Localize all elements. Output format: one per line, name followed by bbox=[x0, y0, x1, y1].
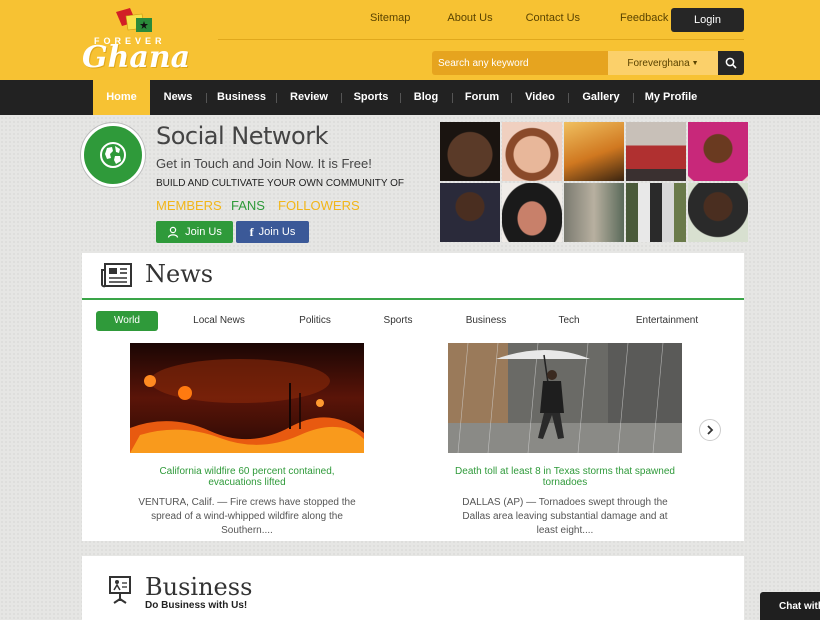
chevron-right-icon bbox=[707, 425, 714, 435]
nav-gallery[interactable]: Gallery bbox=[575, 80, 627, 115]
site-select-dropdown[interactable]: Foreverghana ▼ bbox=[608, 51, 718, 75]
member-photo[interactable] bbox=[564, 183, 624, 242]
newspaper-icon bbox=[101, 263, 132, 288]
logo-wordmark: Ghana bbox=[82, 40, 191, 75]
nav-separator bbox=[568, 93, 569, 103]
search-input[interactable] bbox=[432, 51, 608, 75]
news-story-summary: DALLAS (AP) — Tornadoes swept through th… bbox=[462, 497, 668, 536]
nav-separator bbox=[341, 93, 342, 103]
member-photo[interactable] bbox=[688, 183, 748, 242]
nav-home[interactable]: Home bbox=[93, 80, 150, 115]
site-select-value: Foreverghana bbox=[627, 57, 690, 69]
news-story-headline[interactable]: California wildfire 60 percent contained… bbox=[130, 466, 364, 488]
news-story: California wildfire 60 percent contained… bbox=[130, 343, 364, 538]
top-link-feedback[interactable]: Feedback bbox=[620, 12, 668, 28]
member-photo[interactable] bbox=[502, 122, 562, 181]
nav-news[interactable]: News bbox=[156, 80, 200, 115]
top-link-about[interactable]: About Us bbox=[447, 12, 492, 28]
news-tab-sports[interactable]: Sports bbox=[372, 311, 424, 331]
chat-widget-button[interactable]: Chat with bbox=[760, 592, 820, 620]
nav-separator bbox=[206, 93, 207, 103]
main-nav: Home News Business Review Sports Blog Fo… bbox=[0, 80, 820, 115]
ghana-flag-icon bbox=[116, 8, 152, 32]
presentation-board-icon bbox=[109, 576, 131, 604]
nav-sports[interactable]: Sports bbox=[348, 80, 394, 115]
wildfire-photo[interactable] bbox=[130, 343, 364, 453]
search-icon bbox=[725, 57, 737, 69]
member-photo[interactable] bbox=[626, 122, 686, 181]
site-header: FOREVER Ghana Sitemap About Us Contact U… bbox=[0, 0, 820, 80]
member-photo[interactable] bbox=[440, 122, 500, 181]
member-photo[interactable] bbox=[688, 122, 748, 181]
nav-separator bbox=[452, 93, 453, 103]
tag-followers: FOLLOWERS bbox=[278, 198, 360, 213]
business-section-title: Business bbox=[145, 573, 253, 601]
news-story: Death toll at least 8 in Texas storms th… bbox=[448, 343, 682, 538]
news-divider bbox=[82, 298, 744, 300]
top-link-contact[interactable]: Contact Us bbox=[526, 12, 580, 28]
search-button[interactable] bbox=[718, 51, 744, 75]
nav-video[interactable]: Video bbox=[518, 80, 562, 115]
nav-business[interactable]: Business bbox=[213, 80, 270, 115]
header-divider bbox=[218, 39, 744, 40]
news-tab-local-news[interactable]: Local News bbox=[184, 311, 254, 331]
news-tab-entertainment[interactable]: Entertainment bbox=[626, 311, 708, 331]
social-network-title: Social Network bbox=[156, 122, 329, 150]
member-photo[interactable] bbox=[502, 183, 562, 242]
nav-my-profile[interactable]: My Profile bbox=[640, 80, 702, 115]
news-tab-tech[interactable]: Tech bbox=[546, 311, 592, 331]
facebook-join-label: Join Us bbox=[258, 226, 296, 238]
storm-photo[interactable] bbox=[448, 343, 682, 453]
member-photo[interactable] bbox=[626, 183, 686, 242]
nav-review[interactable]: Review bbox=[283, 80, 335, 115]
top-links: Sitemap About Us Contact Us Feedback bbox=[352, 12, 668, 28]
news-story-summary: VENTURA, Calif. — Fire crews have stoppe… bbox=[138, 497, 356, 536]
user-icon bbox=[168, 226, 179, 238]
nav-blog[interactable]: Blog bbox=[406, 80, 446, 115]
tag-fans: FANS bbox=[231, 198, 265, 213]
business-section-subtitle: Do Business with Us! bbox=[145, 600, 248, 611]
social-network-subtitle: Get in Touch and Join Now. It is Free! bbox=[156, 156, 372, 171]
tag-members: MEMBERS bbox=[156, 198, 222, 213]
social-network-globe-icon bbox=[81, 123, 145, 187]
nav-separator bbox=[400, 93, 401, 103]
member-photo[interactable] bbox=[440, 183, 500, 242]
caret-down-icon: ▼ bbox=[691, 59, 699, 67]
business-panel: Business Do Business with Us! bbox=[82, 556, 744, 620]
login-button[interactable]: Login bbox=[671, 8, 744, 32]
nav-separator bbox=[511, 93, 512, 103]
carousel-next-button[interactable] bbox=[699, 419, 721, 441]
news-tab-world[interactable]: World bbox=[96, 311, 158, 331]
news-section-title: News bbox=[145, 260, 214, 288]
news-panel: News World Local News Politics Sports Bu… bbox=[82, 253, 744, 541]
member-photo-grid bbox=[440, 122, 748, 243]
member-photo[interactable] bbox=[564, 122, 624, 181]
nav-separator bbox=[633, 93, 634, 103]
facebook-join-button[interactable]: f Join Us bbox=[236, 221, 309, 243]
news-story-headline[interactable]: Death toll at least 8 in Texas storms th… bbox=[448, 466, 682, 488]
social-network-build-line: BUILD AND CULTIVATE YOUR OWN COMMUNITY O… bbox=[156, 178, 404, 189]
nav-forum[interactable]: Forum bbox=[459, 80, 505, 115]
join-us-label: Join Us bbox=[185, 226, 222, 238]
site-logo[interactable]: FOREVER Ghana bbox=[80, 6, 190, 75]
globe-icon bbox=[100, 142, 126, 168]
nav-separator bbox=[276, 93, 277, 103]
join-us-button[interactable]: Join Us bbox=[156, 221, 233, 243]
news-tab-politics[interactable]: Politics bbox=[287, 311, 343, 331]
news-tab-business[interactable]: Business bbox=[456, 311, 516, 331]
top-link-sitemap[interactable]: Sitemap bbox=[370, 12, 410, 28]
facebook-icon: f bbox=[249, 224, 254, 239]
